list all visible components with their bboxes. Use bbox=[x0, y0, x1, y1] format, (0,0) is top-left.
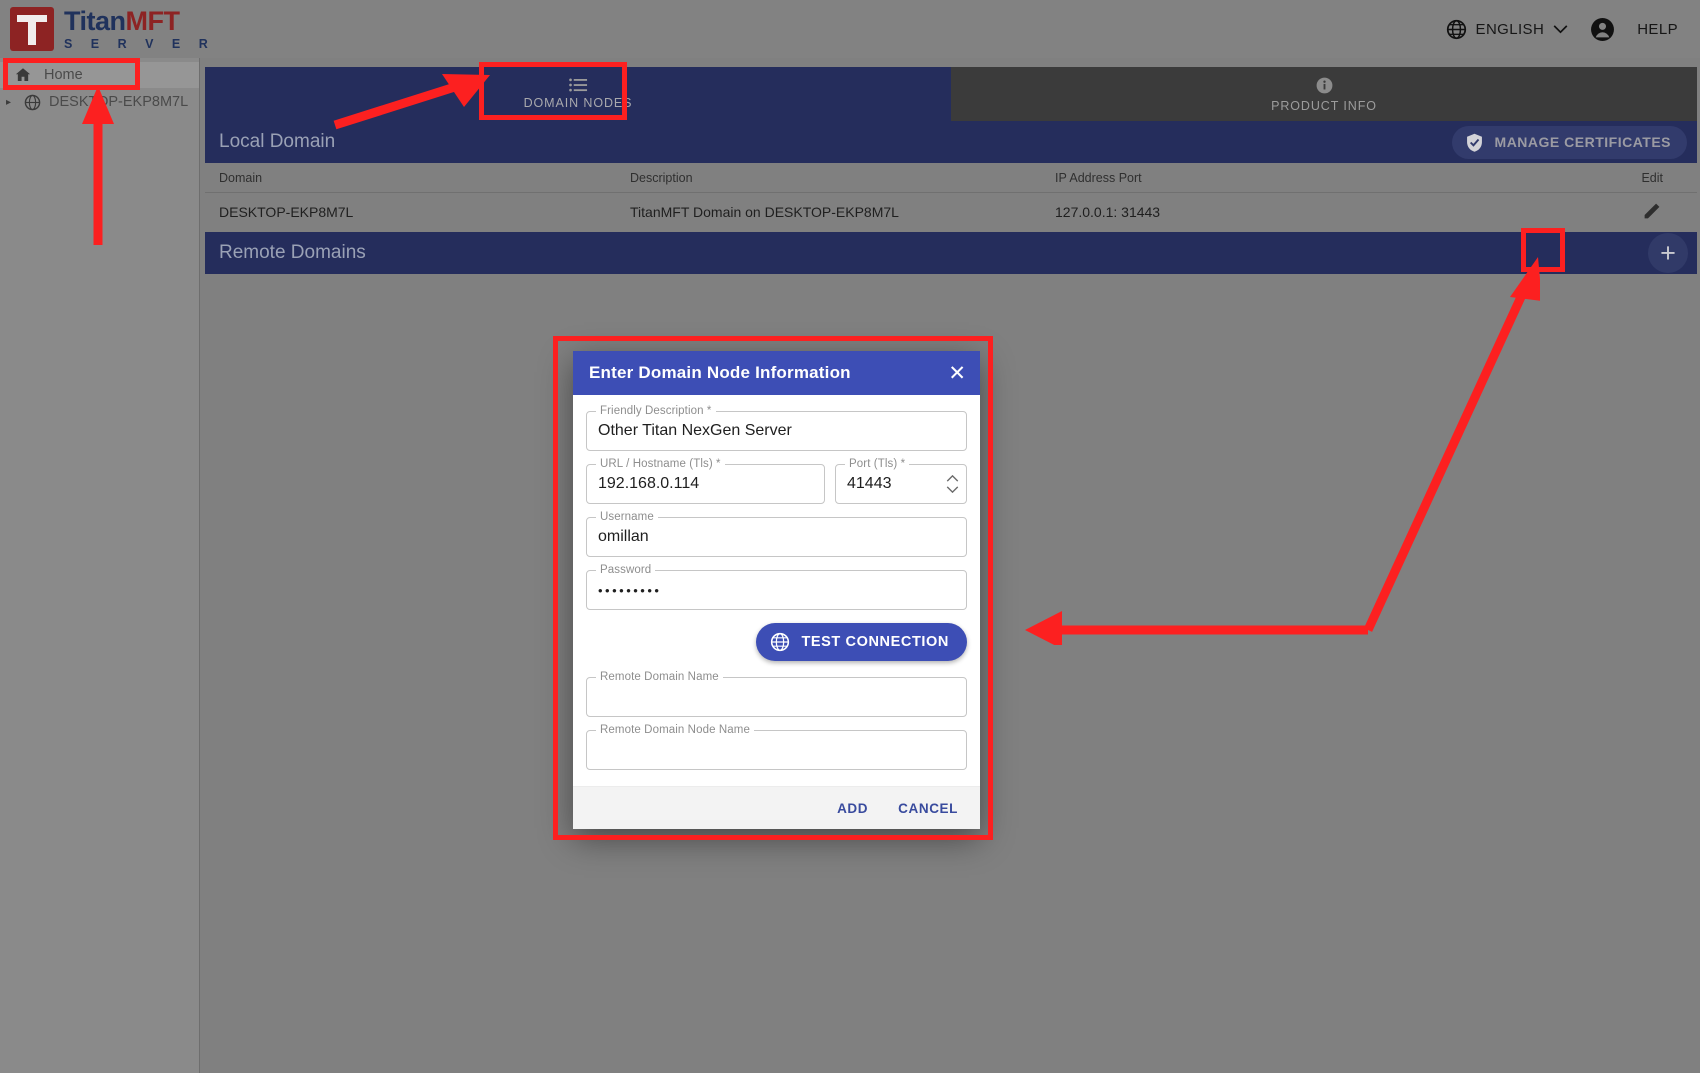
url-hostname-value: 192.168.0.114 bbox=[598, 475, 699, 493]
app-root: TitanMFT S E R V E R ENGLISH HELP bbox=[0, 0, 1700, 1073]
close-icon[interactable]: ✕ bbox=[948, 363, 966, 384]
test-connection-row: TEST CONNECTION bbox=[586, 623, 967, 661]
test-connection-label: TEST CONNECTION bbox=[801, 634, 949, 650]
remote-domain-node-name-field[interactable]: Remote Domain Node Name bbox=[586, 730, 967, 770]
dialog-header: Enter Domain Node Information ✕ bbox=[573, 351, 980, 395]
dialog-overlay: Enter Domain Node Information ✕ Friendly… bbox=[0, 0, 1700, 1073]
friendly-description-label: Friendly Description * bbox=[596, 405, 716, 417]
globe-icon bbox=[770, 632, 790, 652]
port-value: 41443 bbox=[847, 475, 892, 493]
password-label: Password bbox=[596, 564, 655, 576]
username-field[interactable]: Username omillan bbox=[586, 517, 967, 557]
cancel-button[interactable]: CANCEL bbox=[892, 797, 964, 820]
remote-domain-name-field[interactable]: Remote Domain Name bbox=[586, 677, 967, 717]
dialog-footer: ADD CANCEL bbox=[573, 786, 980, 829]
chevron-up-icon bbox=[946, 475, 959, 482]
dialog-title: Enter Domain Node Information bbox=[589, 363, 851, 383]
username-value: omillan bbox=[598, 528, 649, 546]
remote-domain-name-label: Remote Domain Name bbox=[596, 671, 723, 683]
add-button[interactable]: ADD bbox=[831, 797, 874, 820]
username-label: Username bbox=[596, 511, 658, 523]
port-stepper[interactable] bbox=[946, 475, 959, 493]
port-label: Port (Tls) * bbox=[845, 458, 909, 470]
url-hostname-field[interactable]: URL / Hostname (Tls) * 192.168.0.114 bbox=[586, 464, 825, 504]
chevron-down-icon bbox=[946, 486, 959, 493]
port-field[interactable]: Port (Tls) * 41443 bbox=[835, 464, 967, 504]
url-port-row: URL / Hostname (Tls) * 192.168.0.114 Por… bbox=[586, 464, 967, 517]
friendly-description-field[interactable]: Friendly Description * Other Titan NexGe… bbox=[586, 411, 967, 451]
remote-domain-node-name-label: Remote Domain Node Name bbox=[596, 724, 754, 736]
password-field[interactable]: Password ••••••••• bbox=[586, 570, 967, 610]
enter-domain-node-dialog: Enter Domain Node Information ✕ Friendly… bbox=[573, 351, 980, 829]
url-hostname-label: URL / Hostname (Tls) * bbox=[596, 458, 725, 470]
friendly-description-value: Other Titan NexGen Server bbox=[598, 422, 792, 440]
password-value: ••••••••• bbox=[598, 583, 661, 598]
test-connection-button[interactable]: TEST CONNECTION bbox=[756, 623, 967, 661]
dialog-body: Friendly Description * Other Titan NexGe… bbox=[573, 395, 980, 786]
